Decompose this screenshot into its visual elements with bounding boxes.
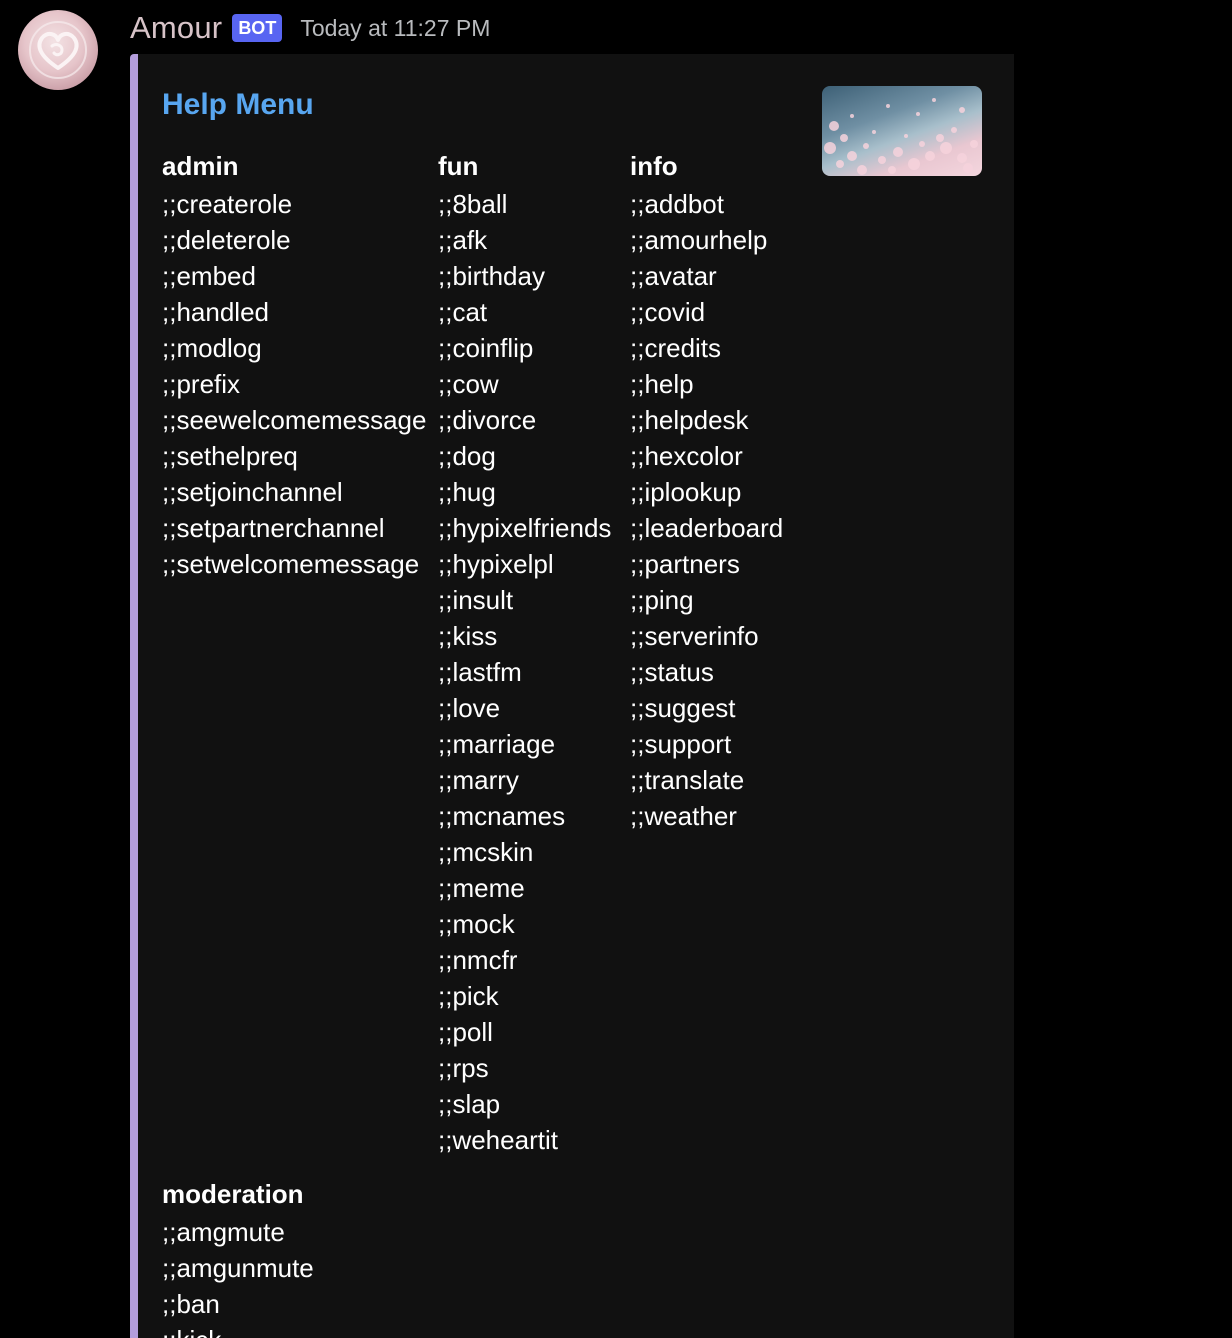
command-item: ;;dog bbox=[438, 441, 496, 471]
command-item: ;;mock bbox=[438, 909, 515, 939]
command-item: ;;kick bbox=[162, 1322, 314, 1338]
command-item: ;;8ball bbox=[438, 189, 508, 219]
command-item: ;;handled bbox=[162, 297, 269, 327]
command-item: ;;support bbox=[630, 729, 732, 759]
field-name: info bbox=[630, 151, 678, 181]
command-item: ;;help bbox=[630, 369, 694, 399]
command-item: ;;deleterole bbox=[162, 225, 291, 255]
command-item: ;;leaderboard bbox=[630, 513, 784, 543]
command-item: ;;amgmute bbox=[162, 1217, 285, 1247]
command-item: ;;seewelcomemessage bbox=[162, 405, 427, 435]
command-item: ;;hypixelfriends bbox=[438, 513, 612, 543]
command-item: ;;kiss bbox=[438, 621, 498, 651]
command-item: ;;hypixelpl bbox=[438, 549, 554, 579]
command-item: ;;pick bbox=[438, 981, 499, 1011]
command-item: ;;serverinfo bbox=[630, 621, 759, 651]
command-item: ;;iplookup bbox=[630, 477, 742, 507]
field-name: fun bbox=[438, 151, 479, 181]
command-item: ;;amgunmute bbox=[162, 1253, 314, 1283]
username[interactable]: Amour bbox=[130, 10, 222, 46]
command-item: ;;status bbox=[630, 657, 714, 687]
command-item: ;;ping bbox=[630, 585, 694, 615]
chat-message: Amour BOT Today at 11:27 PM Help Menu ad… bbox=[0, 0, 1232, 1338]
embed-title[interactable]: Help Menu bbox=[162, 88, 314, 122]
command-item: ;;birthday bbox=[438, 261, 545, 291]
command-item: ;;cat bbox=[438, 297, 488, 327]
command-item: ;;ban bbox=[162, 1289, 220, 1319]
command-item: ;;sethelpreq bbox=[162, 441, 298, 471]
field-name: moderation bbox=[162, 1179, 304, 1209]
command-item: ;;translate bbox=[630, 765, 745, 795]
command-item: ;;prefix bbox=[162, 369, 241, 399]
command-item: ;;amourhelp bbox=[630, 225, 768, 255]
embed: Help Menu admin ;;createrole ;;deleterol… bbox=[130, 54, 1014, 1338]
command-item: ;;addbot bbox=[630, 189, 724, 219]
command-item: ;;slap bbox=[438, 1089, 501, 1119]
command-item: ;;weheartit bbox=[438, 1125, 558, 1155]
command-item: ;;divorce bbox=[438, 405, 537, 435]
field-admin: admin ;;createrole ;;deleterole ;;embed … bbox=[162, 146, 426, 582]
command-item: ;;modlog bbox=[162, 333, 262, 363]
command-item: ;;cow bbox=[438, 369, 499, 399]
field-moderation: moderation ;;amgmute ;;amgunmute ;;ban ;… bbox=[162, 1174, 314, 1338]
command-item: ;;poll bbox=[438, 1017, 493, 1047]
command-item: ;;mcnames bbox=[438, 801, 566, 831]
command-item: ;;createrole bbox=[162, 189, 293, 219]
command-item: ;;embed bbox=[162, 261, 256, 291]
field-info: info ;;addbot ;;amourhelp ;;avatar ;;cov… bbox=[630, 146, 783, 834]
embed-thumbnail[interactable] bbox=[822, 86, 982, 176]
command-item: ;;nmcfr bbox=[438, 945, 518, 975]
command-item: ;;setpartnerchannel bbox=[162, 513, 385, 543]
command-item: ;;marriage bbox=[438, 729, 556, 759]
command-item: ;;hexcolor bbox=[630, 441, 743, 471]
command-item: ;;marry bbox=[438, 765, 519, 795]
field-name: admin bbox=[162, 151, 239, 181]
command-item: ;;setwelcomemessage bbox=[162, 549, 420, 579]
cherry-blossom-icon bbox=[824, 98, 978, 175]
heart-logo-icon bbox=[29, 21, 87, 79]
command-item: ;;helpdesk bbox=[630, 405, 749, 435]
timestamp: Today at 11:27 PM bbox=[300, 14, 491, 41]
command-item: ;;afk bbox=[438, 225, 488, 255]
command-item: ;;weather bbox=[630, 801, 737, 831]
command-item: ;;setjoinchannel bbox=[162, 477, 343, 507]
command-item: ;;meme bbox=[438, 873, 525, 903]
command-item: ;;lastfm bbox=[438, 657, 522, 687]
command-item: ;;covid bbox=[630, 297, 706, 327]
field-fun: fun ;;8ball ;;afk ;;birthday ;;cat ;;coi… bbox=[438, 146, 611, 1158]
command-item: ;;partners bbox=[630, 549, 740, 579]
command-item: ;;suggest bbox=[630, 693, 736, 723]
command-item: ;;mcskin bbox=[438, 837, 534, 867]
message-header: Amour BOT Today at 11:27 PM bbox=[130, 8, 490, 48]
avatar[interactable] bbox=[18, 10, 98, 90]
command-item: ;;love bbox=[438, 693, 501, 723]
command-item: ;;avatar bbox=[630, 261, 717, 291]
command-item: ;;hug bbox=[438, 477, 496, 507]
command-item: ;;credits bbox=[630, 333, 722, 363]
command-item: ;;rps bbox=[438, 1053, 489, 1083]
bot-badge: BOT bbox=[232, 14, 283, 42]
command-item: ;;insult bbox=[438, 585, 514, 615]
command-item: ;;coinflip bbox=[438, 333, 534, 363]
